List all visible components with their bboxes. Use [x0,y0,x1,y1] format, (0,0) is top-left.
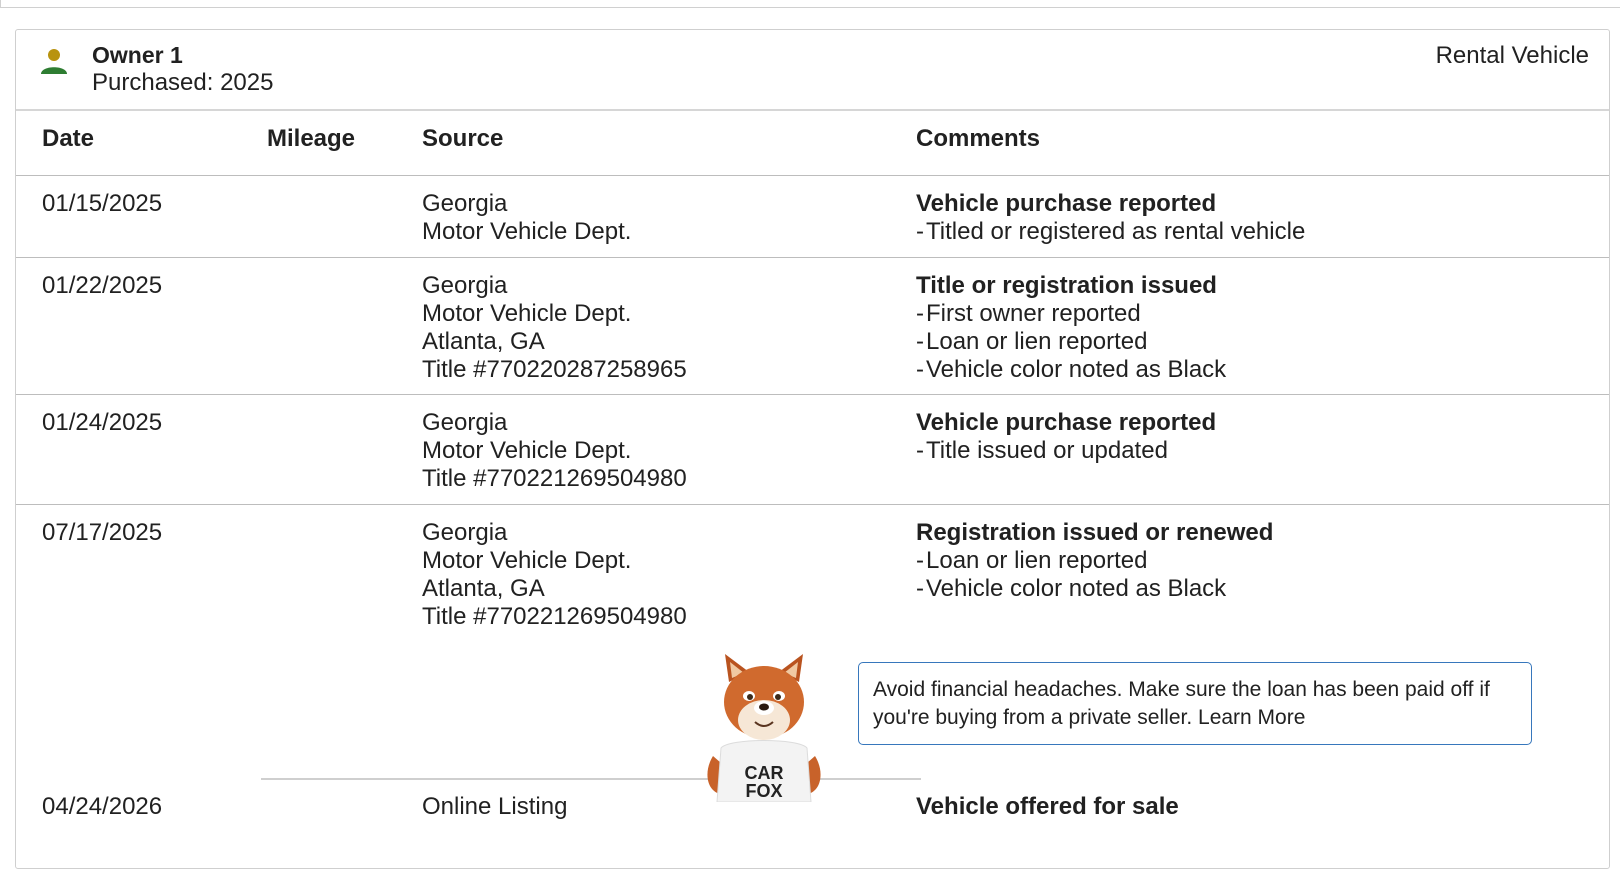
source-line: Title #770220287258965 [422,356,687,383]
tip-text: Avoid financial headaches. Make sure the… [873,678,1490,729]
source-line: Title #770221269504980 [422,465,687,492]
carfox-mascot-icon: CAR FOX [707,654,821,802]
row-source: Georgia Motor Vehicle Dept. Atlanta, GA … [422,519,687,631]
source-line: Georgia [422,409,508,436]
loan-tip-callout: Avoid financial headaches. Make sure the… [858,662,1532,745]
row-source: Georgia Motor Vehicle Dept. Atlanta, GA … [422,272,687,384]
row-date: 01/22/2025 [42,272,163,299]
source-line: Georgia [422,272,508,299]
source-line: Online Listing [422,793,568,820]
row-comments: Vehicle purchase reported Titled or regi… [916,190,1305,246]
comment-title: Registration issued or renewed [916,519,1274,546]
source-line: Atlanta, GA [422,575,545,602]
row-date: 01/24/2025 [42,409,163,436]
comment-item: Vehicle color noted as Black [916,356,1226,384]
mascot-shirt-text: FOX [745,781,782,801]
comment-item: Titled or registered as rental vehicle [916,218,1305,246]
owner-title: Owner 1 [92,42,183,68]
table-header: Date Mileage Source Comments [16,111,1609,176]
column-header-source: Source [422,125,504,152]
comment-item: Loan or lien reported [916,547,1273,575]
source-line: Atlanta, GA [422,328,545,355]
column-header-mileage: Mileage [267,125,356,152]
comment-item: Loan or lien reported [916,328,1226,356]
source-line: Georgia [422,519,508,546]
row-comments: Registration issued or renewed Loan or l… [916,519,1273,603]
source-line: Motor Vehicle Dept. [422,547,632,574]
owner-history-card: Owner 1 Purchased: 2025 Rental Vehicle D… [15,29,1610,869]
learn-more-link[interactable]: Learn More [1198,706,1305,729]
row-comments: Title or registration issued First owner… [916,272,1226,384]
source-line: Motor Vehicle Dept. [422,218,632,245]
comment-title: Vehicle purchase reported [916,409,1217,436]
source-line: Motor Vehicle Dept. [422,437,632,464]
mascot-shirt-text: CAR [745,763,784,783]
row-source: Georgia Motor Vehicle Dept. [422,190,631,246]
owner-purchased-year: Purchased: 2025 [92,69,274,96]
row-comments: Vehicle purchase reported Title issued o… [916,409,1216,465]
row-date: 04/24/2026 [42,793,163,820]
source-line: Title #770221269504980 [422,603,687,630]
table-row: 01/24/2025 Georgia Motor Vehicle Dept. T… [16,395,1609,505]
row-source: Georgia Motor Vehicle Dept. Title #77022… [422,409,687,493]
row-source: Online Listing [422,793,567,821]
comment-item: Title issued or updated [916,437,1216,465]
source-line: Georgia [422,190,508,217]
table-row: 01/15/2025 Georgia Motor Vehicle Dept. V… [16,176,1609,258]
row-date: 01/15/2025 [42,190,163,217]
source-line: Motor Vehicle Dept. [422,300,632,327]
comment-title: Title or registration issued [916,272,1217,299]
row-comments: Vehicle offered for sale [916,793,1179,821]
table-row: 01/22/2025 Georgia Motor Vehicle Dept. A… [16,258,1609,395]
owner-vehicle-type: Rental Vehicle [1435,42,1589,69]
comment-title: Vehicle offered for sale [916,793,1179,820]
row-date: 07/17/2025 [42,519,163,546]
comment-item: First owner reported [916,300,1226,328]
person-icon [41,49,67,74]
comment-title: Vehicle purchase reported [916,190,1217,217]
column-header-comments: Comments [916,125,1041,152]
comment-item: Vehicle color noted as Black [916,575,1273,603]
owner-header: Owner 1 Purchased: 2025 Rental Vehicle [16,30,1609,111]
column-header-date: Date [42,125,95,152]
top-divider [0,0,1620,8]
